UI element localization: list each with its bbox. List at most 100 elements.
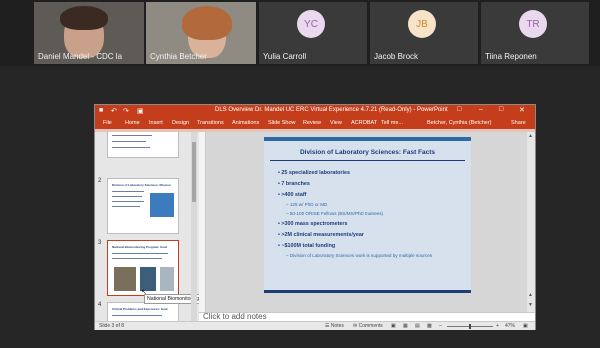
thumb-image [150,193,174,217]
zoom-in-icon[interactable]: + [496,323,499,329]
tell-me-search[interactable]: Tell me... [381,120,403,126]
thumb-image [160,267,174,291]
participant-strip: Daniel Mandel - CDC la Cynthia Betcher Y… [0,0,600,66]
notes-toggle[interactable]: ☰ Notes [325,323,344,329]
slide-header-band [264,137,471,141]
avatar: JB [408,10,436,38]
participant-tile[interactable]: TR Tiina Reponen [481,2,589,64]
zoom-slider-thumb[interactable] [468,324,471,329]
slide-divider [270,160,465,161]
slide-bullet: • >400 staff [278,192,307,198]
menu-bar: File Home Insert Design Transitions Anim… [95,118,535,129]
thumb-number: 3 [98,240,102,246]
menu-acrobat[interactable]: ACROBAT [351,120,377,126]
thumb-text [112,147,150,148]
minimize-icon[interactable]: – [479,106,483,113]
slide-subbullet: – 50-100 ORISE Fellows (BS/MS/PhD traine… [286,211,384,216]
share-button[interactable]: Share [511,120,526,126]
slideshow-icon[interactable]: ▩ [427,323,432,329]
save-icon[interactable]: ■ [99,107,103,114]
zoom-level[interactable]: 47% [505,323,515,329]
slide-thumbnail[interactable]: Critical Problems and Exposures: Goal [107,302,179,321]
participant-tile[interactable]: JB Jacob Brock [370,2,478,64]
participant-name: Yulia Carroll [263,52,307,61]
normal-view-icon[interactable]: ▣ [391,323,396,329]
thumb-title: National Biomonitoring Program: Goal [112,245,167,249]
slide-title: Division of Laboratory Sciences: Fast Fa… [299,149,436,156]
current-slide[interactable]: Division of Laboratory Sciences: Fast Fa… [264,137,471,293]
maximize-icon[interactable]: □ [499,106,503,113]
participant-tile[interactable]: Daniel Mandel - CDC la [34,2,144,64]
notes-pane[interactable]: Click to add notes [199,312,535,321]
redo-icon[interactable]: ↷ [123,107,129,115]
participant-name: Tiina Reponen [485,52,537,61]
vertical-ruler [199,132,206,312]
scroll-up-icon[interactable]: ▲ [528,133,533,139]
thumb-number: 4 [98,302,102,308]
thumb-text [112,191,144,192]
participant-name: Cynthia Betcher [150,52,207,61]
menu-review[interactable]: Review [303,120,321,126]
thumb-title: Division of Laboratory Sciences: Mission [112,183,171,187]
thumb-image [114,267,136,291]
avatar: TR [519,10,547,38]
slide-bullet: • 7 branches [278,181,310,187]
next-slide-icon[interactable]: ▼ [528,302,533,308]
menu-transitions[interactable]: Transitions [197,120,224,126]
ribbon-options-icon[interactable]: □ [457,106,461,113]
thumb-text [112,258,162,259]
slide-thumbnails-pane: 2 Division of Laboratory Sciences: Missi… [95,132,199,321]
window-title: DLS Overview Dr. Mandel UC ERC Virtual E… [215,107,448,113]
slide-footer-band [264,290,471,293]
thumb-title: Critical Problems and Exposures: Goal [112,307,168,311]
notes-placeholder: Click to add notes [203,312,267,321]
slide-bullet: • ~$100M total funding [278,243,336,249]
menu-animations[interactable]: Animations [232,120,259,126]
user-account[interactable]: Betcher, Cynthia (Betcher) [427,120,492,126]
thumb-text [112,201,144,202]
thumb-text [112,206,140,207]
status-bar: Slide 3 of 8 ☰ Notes ✉ Comments ▣ ▦ ▤ ▩ … [95,321,535,330]
slide-scrollbar[interactable]: ▲ ▲ ▼ [527,132,535,312]
participant-tile[interactable]: Cynthia Betcher [146,2,256,64]
undo-icon[interactable]: ↶ [111,107,117,115]
slide-bullet: • 25 specialized laboratories [278,170,351,176]
slide-bullet: • >300 mass spectrometers [278,221,348,227]
comments-toggle[interactable]: ✉ Comments [353,323,383,329]
menu-file[interactable]: File [103,120,112,126]
fit-to-window-icon[interactable]: ▣ [523,323,528,329]
thumbnails-scrollbar[interactable] [191,132,197,321]
menu-design[interactable]: Design [172,120,189,126]
menu-slide-show[interactable]: Slide Show [268,120,296,126]
title-bar: ■ ↶ ↷ ▣ DLS Overview Dr. Mandel UC ERC V… [95,105,535,118]
slide-subbullet: – Division of Laboratory Sciences work i… [286,253,433,258]
zoom-out-icon[interactable]: – [439,323,442,329]
participant-tile[interactable]: YC Yulia Carroll [259,2,367,64]
participant-hair [182,6,232,40]
participant-name: Daniel Mandel - CDC la [38,52,123,61]
menu-insert[interactable]: Insert [149,120,163,126]
slide-canvas[interactable]: Division of Laboratory Sciences: Fast Fa… [206,132,527,312]
menu-view[interactable]: View [330,120,342,126]
slide-bullet: • >2M clinical measurements/year [278,232,364,238]
thumb-text [112,135,152,136]
scrollbar-thumb[interactable] [192,142,196,202]
close-icon[interactable]: ✕ [519,106,525,114]
participant-name: Jacob Brock [374,52,419,61]
present-icon[interactable]: ▣ [137,107,144,115]
slide-sorter-icon[interactable]: ▦ [403,323,408,329]
slide-indicator: Slide 3 of 8 [99,323,125,329]
participant-hair [60,6,108,30]
slide-thumbnail[interactable] [107,132,179,158]
thumb-text [112,196,142,197]
slide-thumbnail[interactable]: Division of Laboratory Sciences: Mission [107,178,179,234]
powerpoint-window: ■ ↶ ↷ ▣ DLS Overview Dr. Mandel UC ERC V… [94,104,536,330]
slide-subbullet: – 125 w/ PhD or MD [286,202,328,207]
avatar: YC [297,10,325,38]
thumb-text [112,315,162,316]
thumb-text [112,141,146,142]
thumb-number: 2 [98,178,102,184]
previous-slide-icon[interactable]: ▲ [528,292,533,298]
reading-view-icon[interactable]: ▤ [415,323,420,329]
menu-home[interactable]: Home [125,120,140,126]
